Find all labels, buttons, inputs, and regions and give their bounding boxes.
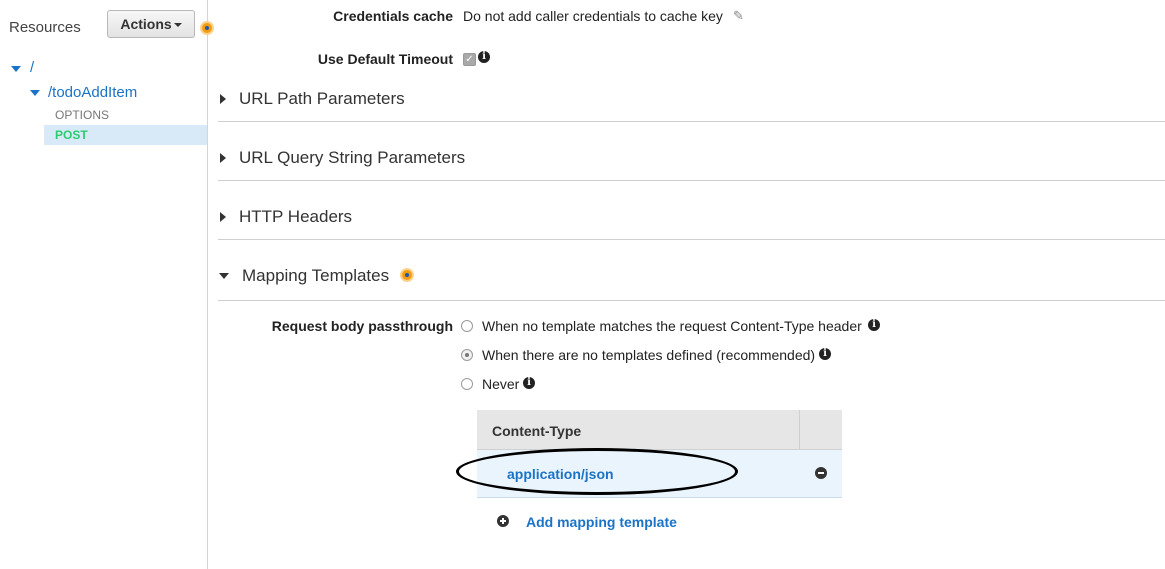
resources-title: Resources [9, 19, 81, 36]
annotation-ellipse [456, 448, 738, 495]
default-timeout-label: Use Default Timeout [317, 51, 453, 67]
chevron-right-icon [220, 153, 226, 163]
pencil-icon[interactable]: ✎ [733, 8, 744, 24]
info-icon[interactable]: i [523, 377, 535, 389]
expand-resource-icon[interactable] [30, 90, 40, 96]
help-hotspot-icon[interactable] [200, 21, 214, 35]
resources-sidebar: Resources Actions / /todoAddItem OPTIONS… [0, 0, 208, 569]
tree-method-post: POST [55, 128, 88, 142]
actions-label: Actions [120, 16, 172, 32]
passthrough-radio-never[interactable] [461, 378, 473, 390]
passthrough-option-no-match[interactable]: When no template matches the request Con… [482, 318, 862, 334]
section-title: HTTP Headers [239, 207, 353, 226]
section-url-path-parameters[interactable]: URL Path Parameters [218, 78, 1165, 122]
section-title: URL Path Parameters [239, 89, 405, 108]
info-icon[interactable]: i [868, 319, 880, 331]
section-title: Mapping Templates [242, 266, 390, 285]
section-url-query-string-parameters[interactable]: URL Query String Parameters [218, 137, 1165, 181]
content-type-table-header: Content-Type [477, 410, 842, 450]
add-mapping-template-link[interactable]: Add mapping template [526, 514, 677, 530]
default-timeout-checkbox[interactable]: ✓ [463, 53, 476, 66]
add-icon[interactable] [497, 515, 509, 527]
chevron-right-icon [220, 94, 226, 104]
content-type-header: Content-Type [492, 423, 582, 439]
passthrough-label: Request body passthrough [271, 318, 453, 334]
credentials-cache-value: Do not add caller credentials to cache k… [463, 8, 723, 24]
credentials-cache-label: Credentials cache [333, 8, 453, 24]
passthrough-option-no-templates[interactable]: When there are no templates defined (rec… [482, 347, 815, 363]
help-hotspot-icon[interactable] [400, 268, 414, 282]
passthrough-radio-no-match[interactable] [461, 320, 473, 332]
info-icon[interactable]: i [819, 348, 831, 360]
chevron-down-icon [219, 273, 229, 279]
chevron-right-icon [220, 212, 226, 222]
tree-method-post-row[interactable]: POST [44, 125, 207, 145]
section-mapping-templates[interactable]: Mapping Templates [218, 255, 1165, 301]
actions-button[interactable]: Actions [107, 10, 195, 38]
column-divider [799, 410, 800, 449]
caret-down-icon [173, 23, 182, 28]
tree-root[interactable]: / [30, 59, 34, 76]
section-title: URL Query String Parameters [239, 148, 466, 167]
passthrough-option-never[interactable]: Never [482, 376, 519, 392]
info-icon[interactable]: i [478, 51, 490, 63]
tree-method-options[interactable]: OPTIONS [55, 108, 109, 122]
expand-root-icon[interactable] [11, 66, 21, 72]
tree-resource-todoadditem[interactable]: /todoAddItem [48, 84, 137, 101]
remove-icon[interactable] [815, 467, 827, 479]
section-http-headers[interactable]: HTTP Headers [218, 196, 1165, 240]
passthrough-radio-no-templates[interactable] [461, 349, 473, 361]
